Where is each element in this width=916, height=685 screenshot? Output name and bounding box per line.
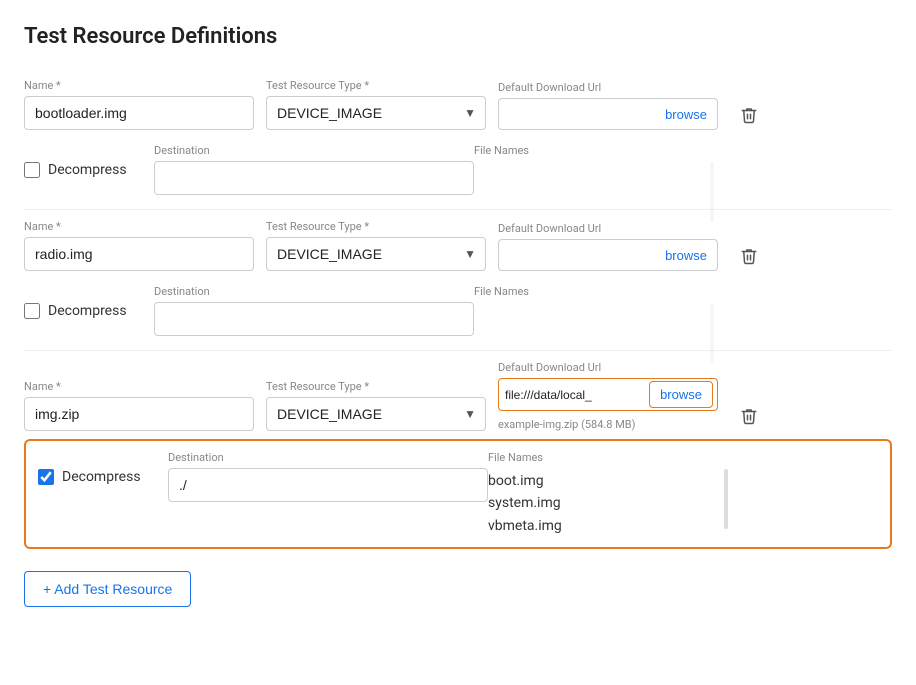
filenames-group-2: File Names [474, 285, 714, 304]
resource-row-3: Name * Test Resource Type * DEVICE_IMAGE… [24, 351, 892, 439]
name-group-3: Name * [24, 380, 254, 431]
type-label-2: Test Resource Type * [266, 220, 486, 233]
destination-input-1[interactable] [154, 161, 474, 195]
url-input-row-3: browse [498, 378, 718, 411]
name-input-2[interactable] [24, 237, 254, 271]
browse-button-1[interactable]: browse [655, 101, 717, 128]
url-group-2: Default Download Url browse [498, 222, 718, 271]
destination-label-1: Destination [154, 144, 474, 157]
name-group-2: Name * [24, 220, 254, 271]
url-label-2: Default Download Url [498, 222, 718, 235]
name-input-1[interactable] [24, 96, 254, 130]
destination-input-2[interactable] [154, 302, 474, 336]
type-group-1: Test Resource Type * DEVICE_IMAGEDEVICE_… [266, 79, 486, 130]
destination-input-3[interactable] [168, 468, 488, 502]
type-label-3: Test Resource Type * [266, 380, 486, 393]
filenames-label-1: File Names [474, 144, 714, 157]
type-select-wrapper-1: DEVICE_IMAGEDEVICE_SCRIPTPACKAGE ▼ [266, 96, 486, 130]
name-input-3[interactable] [24, 397, 254, 431]
url-input-row-1: browse [498, 98, 718, 130]
destination-label-2: Destination [154, 285, 474, 298]
decompress-checkbox-2[interactable] [24, 303, 40, 319]
destination-group-1: Destination [154, 144, 474, 195]
decompress-label-2[interactable]: Decompress [48, 303, 127, 319]
decompress-row-2: Decompress Destination File Names [24, 279, 892, 346]
delete-button-1[interactable] [734, 102, 764, 128]
filenames-content-1 [474, 161, 714, 163]
url-label-1: Default Download Url [498, 81, 718, 94]
filenames-scrollbar-1 [710, 162, 714, 222]
decompress-checkbox-1[interactable] [24, 162, 40, 178]
url-input-row-2: browse [498, 239, 718, 271]
resource-block-2: Name * Test Resource Type * DEVICE_IMAGE… [24, 210, 892, 346]
decompress-check-2: Decompress [24, 285, 154, 319]
resource-block-1: Name * Test Resource Type * DEVICE_IMAGE… [24, 69, 892, 205]
filenames-group-3: File Names boot.imgsystem.imgvbmeta.img [488, 451, 728, 537]
decompress-check-3: Decompress [38, 451, 168, 485]
name-group-1: Name * [24, 79, 254, 130]
url-group-3: Default Download Url browse example-img.… [498, 361, 718, 431]
delete-button-2[interactable] [734, 243, 764, 269]
browse-button-2[interactable]: browse [655, 242, 717, 269]
name-label-1: Name * [24, 79, 254, 92]
decompress-row-3: Decompress Destination File Names boot.im… [24, 439, 892, 549]
page-title: Test Resource Definitions [24, 24, 892, 49]
filenames-scrollbar-2 [710, 303, 714, 363]
destination-group-2: Destination [154, 285, 474, 336]
url-input-1[interactable] [499, 99, 655, 129]
filenames-scrollbar-3[interactable] [724, 469, 728, 529]
url-hint-3: example-img.zip (584.8 MB) [498, 418, 718, 431]
url-input-3[interactable] [499, 380, 649, 410]
resource-block-3: Name * Test Resource Type * DEVICE_IMAGE… [24, 351, 892, 549]
type-group-2: Test Resource Type * DEVICE_IMAGEDEVICE_… [266, 220, 486, 271]
url-input-2[interactable] [499, 240, 655, 270]
add-test-resource-button[interactable]: + Add Test Resource [24, 571, 191, 607]
type-select-1[interactable]: DEVICE_IMAGEDEVICE_SCRIPTPACKAGE [266, 96, 486, 130]
resources-container: Name * Test Resource Type * DEVICE_IMAGE… [24, 69, 892, 549]
url-group-1: Default Download Url browse [498, 81, 718, 130]
type-label-1: Test Resource Type * [266, 79, 486, 92]
destination-label-3: Destination [168, 451, 488, 464]
filenames-content-3: boot.imgsystem.imgvbmeta.img [488, 468, 728, 537]
destination-group-3: Destination [168, 451, 488, 502]
url-label-3: Default Download Url [498, 361, 718, 374]
decompress-label-1[interactable]: Decompress [48, 162, 127, 178]
decompress-checkbox-3[interactable] [38, 469, 54, 485]
browse-button-3[interactable]: browse [649, 381, 713, 408]
filenames-content-2 [474, 302, 714, 304]
type-select-wrapper-2: DEVICE_IMAGEDEVICE_SCRIPTPACKAGE ▼ [266, 237, 486, 271]
type-select-3[interactable]: DEVICE_IMAGEDEVICE_SCRIPTPACKAGE [266, 397, 486, 431]
delete-button-3[interactable] [734, 403, 764, 429]
decompress-check-1: Decompress [24, 144, 154, 178]
type-select-2[interactable]: DEVICE_IMAGEDEVICE_SCRIPTPACKAGE [266, 237, 486, 271]
filenames-group-1: File Names [474, 144, 714, 163]
filenames-label-3: File Names [488, 451, 728, 464]
filenames-label-2: File Names [474, 285, 714, 298]
decompress-label-3[interactable]: Decompress [62, 469, 141, 485]
resource-row-1: Name * Test Resource Type * DEVICE_IMAGE… [24, 69, 892, 138]
resource-row-2: Name * Test Resource Type * DEVICE_IMAGE… [24, 210, 892, 279]
type-select-wrapper-3: DEVICE_IMAGEDEVICE_SCRIPTPACKAGE ▼ [266, 397, 486, 431]
type-group-3: Test Resource Type * DEVICE_IMAGEDEVICE_… [266, 380, 486, 431]
name-label-3: Name * [24, 380, 254, 393]
decompress-row-1: Decompress Destination File Names [24, 138, 892, 205]
name-label-2: Name * [24, 220, 254, 233]
